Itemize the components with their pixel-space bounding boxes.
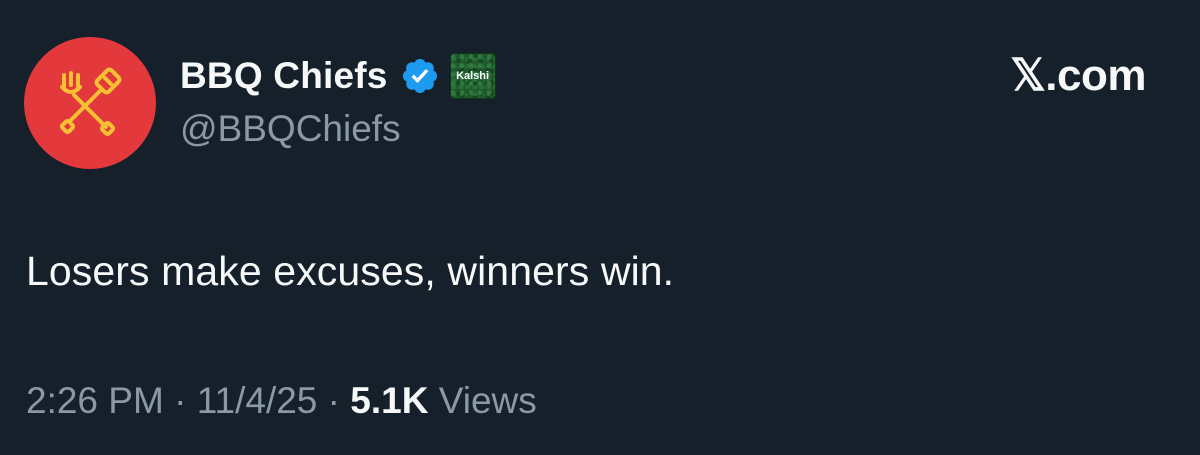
avatar[interactable] <box>24 37 156 169</box>
tweet-date[interactable]: 11/4/25 <box>197 380 318 422</box>
meta-separator: · <box>317 380 351 421</box>
views-count: 5.1K <box>350 380 429 421</box>
author-handle[interactable]: @BBQChiefs <box>180 108 401 150</box>
tweet-time[interactable]: 2:26 PM <box>26 380 164 422</box>
verified-badge-icon[interactable] <box>400 56 440 96</box>
crossed-fork-spatula-icon <box>59 67 122 137</box>
views-label: Views <box>428 380 537 421</box>
author-display-name[interactable]: BBQ Chiefs <box>180 55 388 97</box>
affiliate-badge-label: Kalshi <box>456 70 490 82</box>
author-name-row: BBQ Chiefs Kalshi <box>180 46 496 106</box>
affiliate-badge[interactable]: Kalshi <box>449 53 496 99</box>
meta-separator: · <box>163 380 197 421</box>
site-logo: 𝕏.com <box>1010 51 1146 100</box>
tweet-meta: 2:26 PM · 11/4/25 · 5.1K Views <box>26 380 537 422</box>
tweet-card: BBQ Chiefs Kalshi @BBQChiefs 𝕏.com Loser… <box>0 0 1200 455</box>
tweet-text: Losers make excuses, winners win. <box>26 248 675 294</box>
